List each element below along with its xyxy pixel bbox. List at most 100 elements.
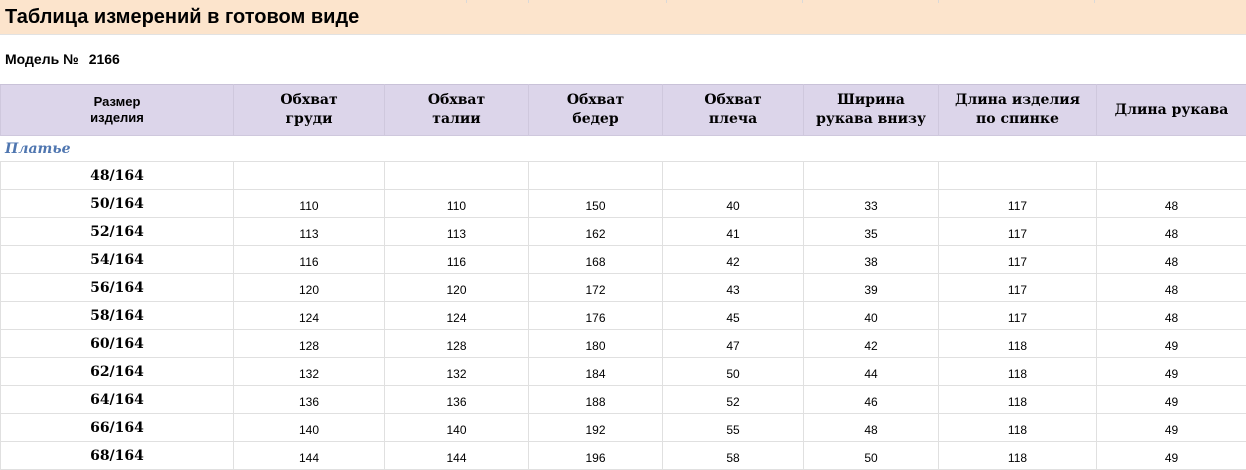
value-cell: 50 (804, 442, 939, 470)
value-cell: 48 (1097, 246, 1246, 274)
size-cell: 68/164 (1, 442, 234, 470)
value-cell: 124 (234, 302, 385, 330)
value-cell: 35 (804, 218, 939, 246)
column-header-shoulder: Обхватплеча (663, 85, 804, 136)
value-cell (234, 162, 385, 190)
size-cell: 64/164 (1, 386, 234, 414)
value-cell: 180 (529, 330, 663, 358)
value-cell (804, 162, 939, 190)
value-cell: 33 (804, 190, 939, 218)
table-row: 62/164132132184504411849 (1, 358, 1246, 386)
value-cell: 117 (939, 218, 1097, 246)
section-row: Платье (1, 136, 1246, 162)
column-header-waist: Обхватталии (385, 85, 529, 136)
cell-divider (528, 0, 529, 3)
size-cell: 58/164 (1, 302, 234, 330)
model-line: Модель № 2166 (5, 50, 120, 68)
value-cell: 192 (529, 414, 663, 442)
value-cell: 117 (939, 190, 1097, 218)
value-cell (663, 162, 804, 190)
value-cell: 48 (1097, 190, 1246, 218)
cell-divider (466, 0, 467, 3)
value-cell: 42 (804, 330, 939, 358)
value-cell: 110 (234, 190, 385, 218)
value-cell: 150 (529, 190, 663, 218)
value-cell: 41 (663, 218, 804, 246)
table-row: 68/164144144196585011849 (1, 442, 1246, 470)
size-cell: 60/164 (1, 330, 234, 358)
value-cell: 48 (1097, 302, 1246, 330)
value-cell: 45 (663, 302, 804, 330)
value-cell: 55 (663, 414, 804, 442)
value-cell: 42 (663, 246, 804, 274)
value-cell: 117 (939, 246, 1097, 274)
value-cell (529, 162, 663, 190)
table-row: 64/164136136188524611849 (1, 386, 1246, 414)
column-header-size: Размеризделия (1, 85, 234, 136)
column-header-sleeve-width: Ширинарукава внизу (804, 85, 939, 136)
value-cell: 110 (385, 190, 529, 218)
value-cell: 136 (385, 386, 529, 414)
value-cell: 118 (939, 330, 1097, 358)
value-cell: 120 (234, 274, 385, 302)
value-cell: 196 (529, 442, 663, 470)
value-cell: 136 (234, 386, 385, 414)
value-cell: 120 (385, 274, 529, 302)
value-cell: 117 (939, 302, 1097, 330)
title-bar: Таблица измерений в готовом виде (0, 0, 1246, 35)
table-row: 48/164 (1, 162, 1246, 190)
value-cell: 113 (385, 218, 529, 246)
value-cell: 49 (1097, 442, 1246, 470)
value-cell: 132 (234, 358, 385, 386)
value-cell: 172 (529, 274, 663, 302)
size-cell: 54/164 (1, 246, 234, 274)
cell-divider (938, 0, 939, 3)
table-row: 54/164116116168423811748 (1, 246, 1246, 274)
size-cell: 56/164 (1, 274, 234, 302)
value-cell: 40 (663, 190, 804, 218)
model-number: 2166 (89, 51, 120, 67)
value-cell: 47 (663, 330, 804, 358)
value-cell: 144 (234, 442, 385, 470)
value-cell: 118 (939, 386, 1097, 414)
value-cell: 144 (385, 442, 529, 470)
value-cell: 50 (663, 358, 804, 386)
value-cell: 176 (529, 302, 663, 330)
value-cell: 117 (939, 274, 1097, 302)
column-header-hips: Обхватбедер (529, 85, 663, 136)
cell-divider (666, 0, 667, 3)
value-cell: 38 (804, 246, 939, 274)
value-cell: 58 (663, 442, 804, 470)
size-cell: 52/164 (1, 218, 234, 246)
measurements-table: Размеризделия Обхватгруди Обхватталии Об… (0, 84, 1246, 470)
page-title: Таблица измерений в готовом виде (5, 5, 359, 29)
column-header-back-length: Длина изделияпо спинке (939, 85, 1097, 136)
value-cell: 184 (529, 358, 663, 386)
value-cell: 52 (663, 386, 804, 414)
header-row: Размеризделия Обхватгруди Обхватталии Об… (1, 85, 1246, 136)
size-cell: 48/164 (1, 162, 234, 190)
value-cell: 48 (804, 414, 939, 442)
model-label: Модель № (5, 51, 79, 67)
value-cell: 49 (1097, 358, 1246, 386)
value-cell: 162 (529, 218, 663, 246)
value-cell: 118 (939, 442, 1097, 470)
value-cell: 116 (234, 246, 385, 274)
value-cell: 132 (385, 358, 529, 386)
size-cell: 50/164 (1, 190, 234, 218)
column-header-sleeve-length: Длина рукава (1097, 85, 1246, 136)
table-row: 56/164120120172433911748 (1, 274, 1246, 302)
value-cell: 39 (804, 274, 939, 302)
value-cell: 118 (939, 414, 1097, 442)
size-cell: 66/164 (1, 414, 234, 442)
value-cell (385, 162, 529, 190)
value-cell: 128 (385, 330, 529, 358)
value-cell: 188 (529, 386, 663, 414)
value-cell: 49 (1097, 414, 1246, 442)
value-cell: 118 (939, 358, 1097, 386)
value-cell: 40 (804, 302, 939, 330)
value-cell: 128 (234, 330, 385, 358)
value-cell: 49 (1097, 386, 1246, 414)
table-row: 50/164110110150403311748 (1, 190, 1246, 218)
size-cell: 62/164 (1, 358, 234, 386)
